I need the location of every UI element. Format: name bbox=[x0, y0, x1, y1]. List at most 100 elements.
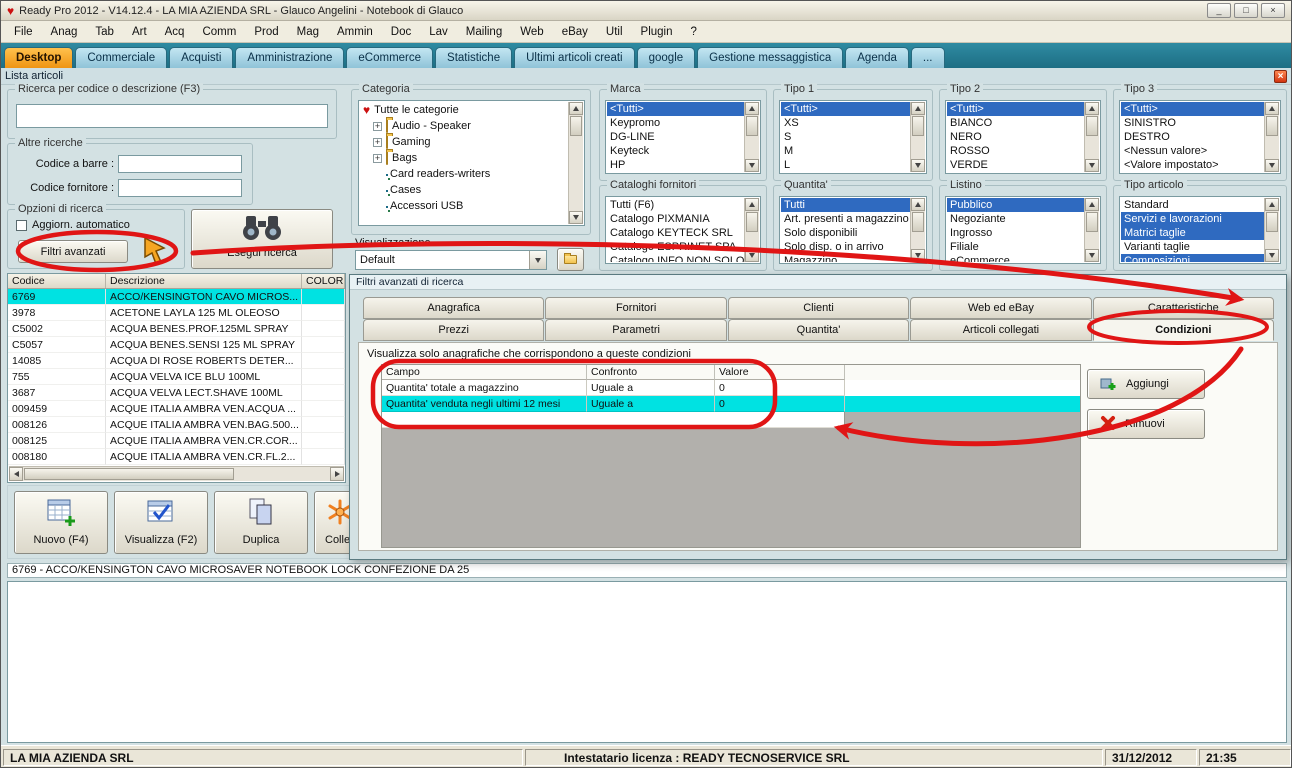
scroll-right-icon[interactable] bbox=[330, 467, 344, 481]
scroll-up-icon[interactable] bbox=[745, 198, 759, 211]
list-item[interactable]: Pubblico bbox=[947, 198, 1084, 212]
list-item[interactable]: S bbox=[781, 130, 910, 144]
column-header-confronto[interactable]: Confronto bbox=[587, 365, 715, 380]
menu-item[interactable]: Tab bbox=[86, 23, 123, 41]
menu-item[interactable]: Web bbox=[511, 23, 552, 41]
tipo3-listbox[interactable]: <Tutti> SINISTRO DESTRO <Nessun valore> <Val… bbox=[1119, 100, 1281, 174]
tipo2-listbox[interactable]: <Tutti> BIANCO NERO ROSSO VERDE bbox=[945, 100, 1101, 174]
menu-item[interactable]: Util bbox=[597, 23, 632, 41]
expand-toggle-icon[interactable]: + bbox=[373, 137, 382, 147]
workspace-tab[interactable]: eCommerce bbox=[346, 47, 434, 68]
scroll-up-icon[interactable] bbox=[1085, 198, 1099, 211]
list-item[interactable]: NERO bbox=[947, 130, 1084, 144]
list-item[interactable]: DG-LINE bbox=[607, 130, 744, 144]
menu-item[interactable]: Plugin bbox=[632, 23, 682, 41]
result-row[interactable]: C5002 ACQUA BENES.PROF.125ML SPRAY bbox=[8, 321, 345, 337]
scroll-thumb[interactable] bbox=[24, 468, 234, 480]
menu-item[interactable]: Lav bbox=[420, 23, 457, 41]
workspace-tab[interactable]: Agenda bbox=[845, 47, 909, 68]
menu-item[interactable]: Art bbox=[123, 23, 156, 41]
vertical-scrollbar[interactable] bbox=[1264, 198, 1279, 262]
article-notes-area[interactable] bbox=[7, 581, 1287, 743]
menu-item[interactable]: Mailing bbox=[457, 23, 511, 41]
vertical-scrollbar[interactable] bbox=[1084, 102, 1099, 172]
column-header-campo[interactable]: Campo bbox=[382, 365, 587, 380]
restore-button[interactable]: □ bbox=[1234, 3, 1258, 18]
menu-item[interactable]: Doc bbox=[382, 23, 420, 41]
search-input[interactable] bbox=[16, 104, 328, 128]
cataloghi-listbox[interactable]: Tutti (F6) Catalogo PIXMANIA Catalogo KEYT… bbox=[605, 196, 761, 264]
list-item[interactable]: <Nessun valore> bbox=[1121, 144, 1264, 158]
filter-tab[interactable]: Web ed eBay bbox=[910, 297, 1092, 319]
list-item[interactable]: XS bbox=[781, 116, 910, 130]
filter-tab[interactable]: Quantita' bbox=[727, 319, 910, 341]
result-row[interactable]: 009459 ACQUE ITALIA AMBRA VEN.ACQUA ... bbox=[8, 401, 345, 417]
filter-tab[interactable]: Parametri bbox=[545, 319, 727, 341]
column-header-descrizione[interactable]: Descrizione bbox=[106, 274, 302, 288]
condition-row[interactable]: Quantita' venduta negli ultimi 12 mesi U… bbox=[382, 396, 1080, 412]
column-header-valore[interactable]: Valore bbox=[715, 365, 845, 380]
duplica-button[interactable]: Duplica bbox=[214, 491, 308, 554]
list-item[interactable]: Keyteck bbox=[607, 144, 744, 158]
scroll-down-icon[interactable] bbox=[1085, 159, 1099, 172]
list-item[interactable]: Solo disp. o in arrivo bbox=[781, 240, 910, 254]
list-item[interactable]: Catalogo ESPRINET SPA bbox=[607, 240, 744, 254]
list-item[interactable]: Keypromo bbox=[607, 116, 744, 130]
result-row[interactable]: 6769 ACCO/KENSINGTON CAVO MICROS... bbox=[8, 289, 345, 305]
category-tree-item[interactable]: + ♥ Card readers-writers bbox=[360, 166, 568, 182]
scroll-down-icon[interactable] bbox=[911, 159, 925, 172]
dropdown-arrow-icon[interactable] bbox=[529, 251, 546, 269]
result-row[interactable]: 008180 ACQUE ITALIA AMBRA VEN.CR.FL.2... bbox=[8, 449, 345, 465]
category-tree-item[interactable]: + ♥ Gaming bbox=[360, 134, 568, 150]
list-item[interactable]: Ingrosso bbox=[947, 226, 1084, 240]
scroll-up-icon[interactable] bbox=[1265, 102, 1279, 115]
scroll-thumb[interactable] bbox=[1266, 212, 1278, 232]
list-item[interactable]: <Tutti> bbox=[781, 102, 910, 116]
category-tree-item[interactable]: + ♥ Cases bbox=[360, 182, 568, 198]
category-tree-item[interactable]: + ♥ Accessori USB bbox=[360, 198, 568, 214]
list-item[interactable]: Servizi e lavorazioni bbox=[1121, 212, 1264, 226]
scroll-up-icon[interactable] bbox=[911, 198, 925, 211]
list-item[interactable]: Composizioni bbox=[1121, 254, 1264, 262]
workspace-tab[interactable]: google bbox=[636, 47, 696, 68]
scroll-thumb[interactable] bbox=[746, 212, 758, 232]
list-item[interactable]: Varianti taglie bbox=[1121, 240, 1264, 254]
list-item[interactable]: Tutti (F6) bbox=[607, 198, 744, 212]
scroll-up-icon[interactable] bbox=[911, 102, 925, 115]
filter-tab[interactable]: Fornitori bbox=[545, 297, 727, 319]
workspace-tab[interactable]: Commerciale bbox=[75, 47, 168, 68]
barcode-input[interactable] bbox=[118, 155, 242, 173]
list-item[interactable]: Matrici taglie bbox=[1121, 226, 1264, 240]
menu-item[interactable]: File bbox=[5, 23, 42, 41]
scroll-up-icon[interactable] bbox=[1085, 102, 1099, 115]
filter-tab[interactable]: Caratteristiche bbox=[1092, 297, 1275, 319]
result-row[interactable]: 3687 ACQUA VELVA LECT.SHAVE 100ML bbox=[8, 385, 345, 401]
list-item[interactable]: Filiale bbox=[947, 240, 1084, 254]
empty-grid-row[interactable] bbox=[382, 412, 845, 428]
result-row[interactable]: C5057 ACQUA BENES.SENSI 125 ML SPRAY bbox=[8, 337, 345, 353]
list-item[interactable]: DESTRO bbox=[1121, 130, 1264, 144]
scroll-up-icon[interactable] bbox=[1265, 198, 1279, 211]
result-row[interactable]: 008125 ACQUE ITALIA AMBRA VEN.CR.COR... bbox=[8, 433, 345, 449]
scroll-down-icon[interactable] bbox=[569, 211, 583, 224]
condition-row[interactable]: Quantita' totale a magazzino Uguale a 0 bbox=[382, 380, 1080, 396]
auto-update-checkbox[interactable] bbox=[16, 219, 27, 231]
horizontal-scrollbar[interactable] bbox=[9, 466, 344, 481]
expand-toggle-icon[interactable]: + bbox=[373, 153, 382, 163]
workspace-tab[interactable]: ... bbox=[910, 47, 945, 68]
scroll-thumb[interactable] bbox=[1086, 212, 1098, 232]
scroll-thumb[interactable] bbox=[1086, 116, 1098, 136]
scroll-thumb[interactable] bbox=[746, 116, 758, 136]
list-item[interactable]: <Tutti> bbox=[1121, 102, 1264, 116]
list-item[interactable]: HP bbox=[607, 158, 744, 172]
list-item[interactable]: VERDE bbox=[947, 158, 1084, 172]
vertical-scrollbar[interactable] bbox=[744, 102, 759, 172]
tipo-articolo-listbox[interactable]: Standard Servizi e lavorazioni Matrici tag… bbox=[1119, 196, 1281, 264]
visualizzazione-dropdown[interactable]: Default bbox=[355, 250, 547, 270]
filtri-avanzati-button[interactable]: Filtri avanzati bbox=[18, 240, 128, 263]
supplier-code-input[interactable] bbox=[118, 179, 242, 197]
vertical-scrollbar[interactable] bbox=[910, 102, 925, 172]
rimuovi-button[interactable]: Rimuovi bbox=[1087, 409, 1205, 439]
scroll-thumb[interactable] bbox=[1266, 116, 1278, 136]
filter-tab[interactable]: Condizioni bbox=[1092, 319, 1275, 341]
